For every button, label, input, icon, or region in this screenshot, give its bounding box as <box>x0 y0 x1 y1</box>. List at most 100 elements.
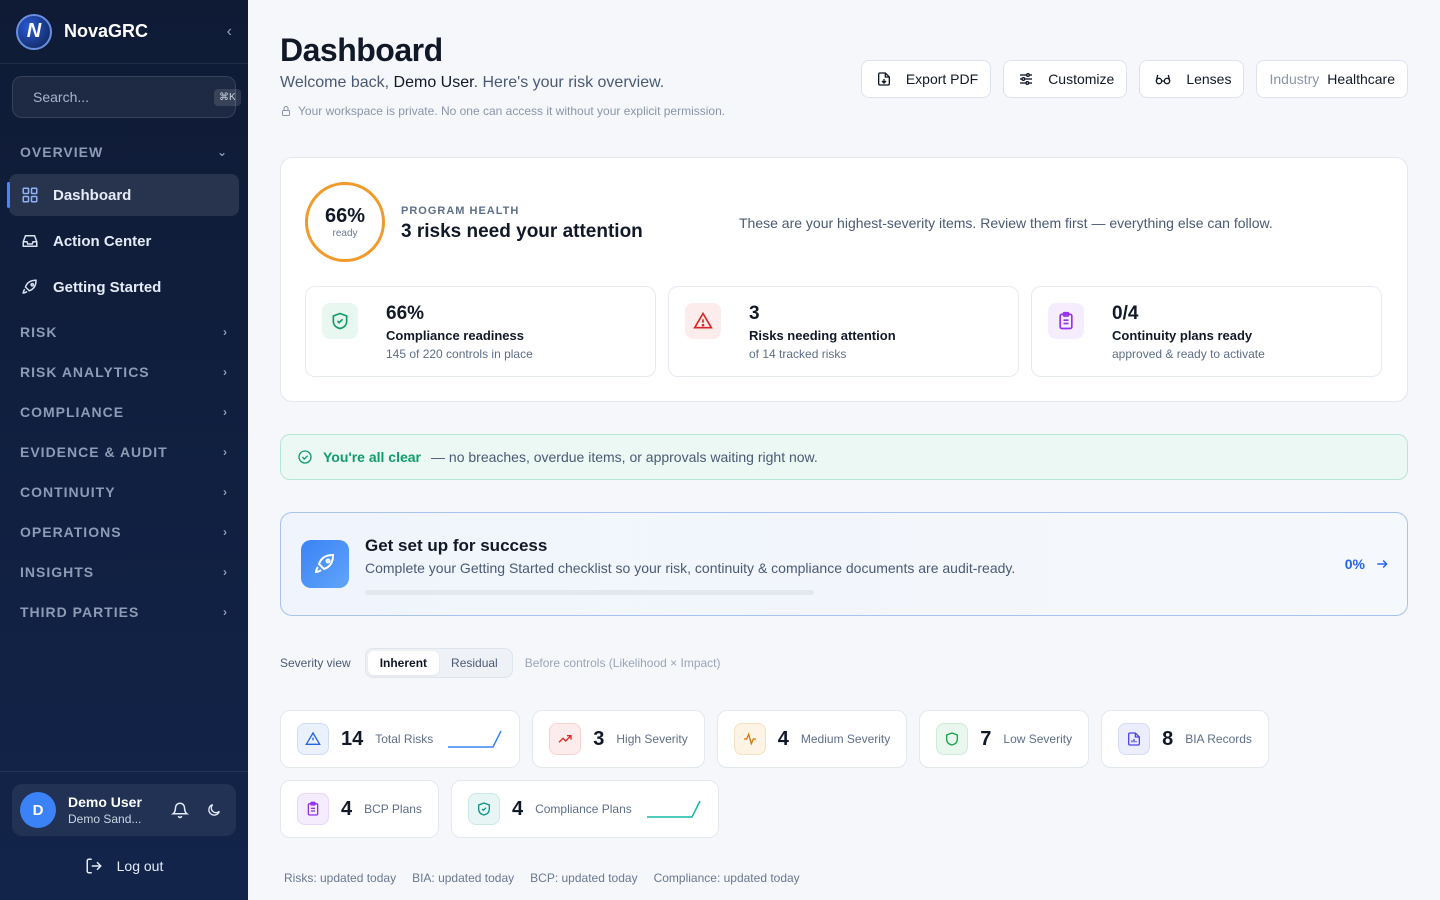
stat-bia-records[interactable]: 8 BIA Records <box>1101 710 1269 768</box>
trending-up-icon <box>549 723 582 755</box>
user-card[interactable]: D Demo User Demo Sand... <box>12 784 236 836</box>
severity-hint: Before controls (Likelihood × Impact) <box>524 656 721 670</box>
nav-section-label: OVERVIEW <box>20 144 104 160</box>
nav-section-continuity[interactable]: CONTINUITY › <box>0 472 248 512</box>
brand-logo[interactable]: N <box>16 13 52 50</box>
welcome-name: Demo User <box>393 74 474 91</box>
welcome-suffix: . Here's your risk overview. <box>473 74 665 91</box>
kpi-risks-needing-attention[interactable]: 3 Risks needing attention of 14 tracked … <box>668 286 1019 377</box>
nav-section-overview[interactable]: OVERVIEW ⌄ <box>0 132 248 172</box>
kpi-row: 66% Compliance readiness 145 of 220 cont… <box>305 286 1382 377</box>
setup-banner[interactable]: Get set up for success Complete your Get… <box>280 512 1408 616</box>
all-clear-title: You're all clear <box>323 449 422 465</box>
moon-icon[interactable] <box>200 796 228 824</box>
lenses-button[interactable]: Lenses <box>1139 60 1245 98</box>
stat-bcp-plans[interactable]: 4 BCP Plans <box>280 780 439 838</box>
nav-section-risk[interactable]: RISK › <box>0 312 248 352</box>
chevron-right-icon: › <box>223 365 228 379</box>
severity-residual-button[interactable]: Residual <box>439 651 510 675</box>
clipboard-icon <box>297 793 329 825</box>
brand-name: NovaGRC <box>64 21 149 41</box>
stat-value: 4 <box>777 727 789 750</box>
inbox-icon <box>19 230 41 252</box>
privacy-note: Your workspace is private. No one can ac… <box>280 104 725 118</box>
nav-section-insights[interactable]: INSIGHTS › <box>0 552 248 592</box>
avatar: D <box>20 792 56 828</box>
nav-section-compliance[interactable]: COMPLIANCE › <box>0 392 248 432</box>
stat-medium-severity[interactable]: 4 Medium Severity <box>716 710 908 768</box>
chevron-right-icon: › <box>223 485 228 499</box>
kpi-continuity-plans[interactable]: 0/4 Continuity plans ready approved & re… <box>1031 286 1382 377</box>
customize-label: Customize <box>1048 71 1115 87</box>
kpi-compliance-readiness[interactable]: 66% Compliance readiness 145 of 220 cont… <box>305 286 656 377</box>
page-title: Dashboard <box>280 32 443 68</box>
nav-section-label: EVIDENCE & AUDIT <box>20 444 168 460</box>
sidebar-item-dashboard[interactable]: Dashboard <box>7 174 239 216</box>
export-pdf-button[interactable]: Export PDF <box>860 60 992 98</box>
severity-inherent-button[interactable]: Inherent <box>367 651 440 675</box>
severity-toggle: Inherent Residual <box>364 648 513 678</box>
shortcut-badge: ⌘K <box>214 88 241 106</box>
setup-progress-link[interactable]: 0% <box>1345 556 1389 572</box>
stat-cards: 14 Total Risks 3 High Severity 4 Medium … <box>280 710 1300 838</box>
lock-icon <box>282 106 290 116</box>
glasses-icon <box>1155 74 1171 85</box>
kpi-label: Compliance readiness <box>386 328 524 343</box>
severity-view-label: Severity view <box>280 656 351 670</box>
update-status-risks: Risks: updated today <box>284 871 397 885</box>
sidebar-item-action-center[interactable]: Action Center <box>9 220 239 262</box>
nav-section-evidence-audit[interactable]: EVIDENCE & AUDIT › <box>0 432 248 472</box>
nav-section-risk-analytics[interactable]: RISK ANALYTICS › <box>0 352 248 392</box>
activity-icon <box>733 723 766 755</box>
stat-high-severity[interactable]: 3 High Severity <box>532 710 705 768</box>
brand: N NovaGRC ‹ <box>0 0 248 64</box>
nav-section-label: COMPLIANCE <box>20 404 125 420</box>
customize-button[interactable]: Customize <box>1003 60 1128 98</box>
file-download-icon <box>877 72 890 86</box>
bell-icon[interactable] <box>166 796 194 824</box>
program-health-description: These are your highest-severity items. R… <box>739 215 1273 231</box>
arrow-right-icon <box>1377 559 1388 569</box>
shield-check-icon <box>322 303 358 339</box>
nav-section-label: CONTINUITY <box>20 484 116 500</box>
stat-value: 7 <box>980 727 992 750</box>
nav-section-label: RISK <box>20 324 58 340</box>
main-content: Dashboard Welcome back, Demo User. Here'… <box>248 0 1440 900</box>
kpi-label: Continuity plans ready <box>1112 328 1253 343</box>
update-status-compliance: Compliance: updated today <box>653 871 800 885</box>
file-chart-icon <box>1118 723 1151 755</box>
industry-value: Healthcare <box>1327 71 1395 87</box>
stat-compliance-plans[interactable]: 4 Compliance Plans <box>450 780 719 838</box>
nav-section-label: OPERATIONS <box>20 524 122 540</box>
nav-section-third-parties[interactable]: THIRD PARTIES › <box>0 592 248 632</box>
welcome-prefix: Welcome back, <box>280 74 394 91</box>
top-actions: Export PDF Customize Lenses Industry Hea… <box>860 60 1408 98</box>
update-status-row: Risks: updated today BIA: updated today … <box>284 871 800 885</box>
search-input[interactable] <box>33 89 214 105</box>
stat-low-severity[interactable]: 7 Low Severity <box>919 710 1090 768</box>
rocket-icon <box>19 276 41 298</box>
stat-label: High Severity <box>616 732 688 746</box>
stat-label: BCP Plans <box>364 802 422 816</box>
nav-section-label: INSIGHTS <box>20 564 95 580</box>
nav-section-operations[interactable]: OPERATIONS › <box>0 512 248 552</box>
chevron-right-icon: › <box>223 325 228 339</box>
all-clear-banner: You're all clear — no breaches, overdue … <box>280 434 1408 480</box>
industry-selector[interactable]: Industry Healthcare <box>1256 60 1408 98</box>
sidebar: N NovaGRC ‹ ⌘K OVERVIEW ⌄ Dashboard Acti… <box>0 0 248 900</box>
kpi-value: 3 <box>749 303 760 324</box>
sparkline <box>646 800 701 818</box>
ring-subtitle: ready <box>332 228 358 239</box>
clipboard-icon <box>1048 303 1084 339</box>
stat-total-risks[interactable]: 14 Total Risks <box>280 710 521 768</box>
stat-label: Total Risks <box>375 732 434 746</box>
stat-value: 8 <box>1162 727 1174 750</box>
sidebar-item-getting-started[interactable]: Getting Started <box>9 266 239 308</box>
stat-label: BIA Records <box>1185 732 1252 746</box>
chevron-left-icon[interactable]: ‹ <box>227 23 232 41</box>
sparkline <box>448 730 502 748</box>
stat-value: 3 <box>593 727 605 750</box>
logout-button[interactable]: Log out <box>12 846 236 886</box>
chevron-right-icon: › <box>223 445 228 459</box>
lenses-label: Lenses <box>1186 71 1232 87</box>
